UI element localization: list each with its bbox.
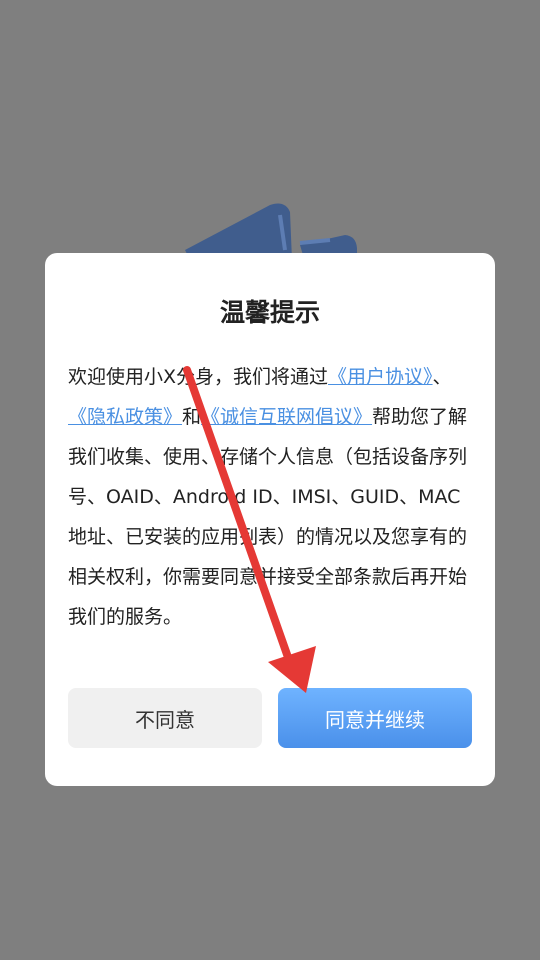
disagree-button[interactable]: 不同意 [68, 688, 262, 748]
body-separator: 、 [432, 366, 452, 388]
dialog-title: 温馨提示 [219, 298, 320, 327]
body-intro: 欢迎使用小X分身，我们将通过 [68, 366, 329, 388]
body-separator: 和 [182, 406, 202, 428]
user-agreement-link[interactable]: 《用户协议》 [328, 366, 433, 388]
dialog-body-text: 欢迎使用小X分身，我们将通过《用户协议》、《隐私政策》和《诚信互联网倡议》帮助您… [68, 357, 478, 637]
privacy-policy-link[interactable]: 《隐私政策》 [68, 406, 182, 428]
body-rest: 帮助您了解我们收集、使用、存储个人信息（包括设备序列号、OAID、Android… [68, 406, 468, 628]
integrity-initiative-link[interactable]: 《诚信互联网倡议》 [201, 406, 372, 428]
privacy-dialog: 温馨提示 欢迎使用小X分身，我们将通过《用户协议》、《隐私政策》和《诚信互联网倡… [45, 253, 495, 786]
agree-continue-button[interactable]: 同意并继续 [278, 688, 472, 748]
